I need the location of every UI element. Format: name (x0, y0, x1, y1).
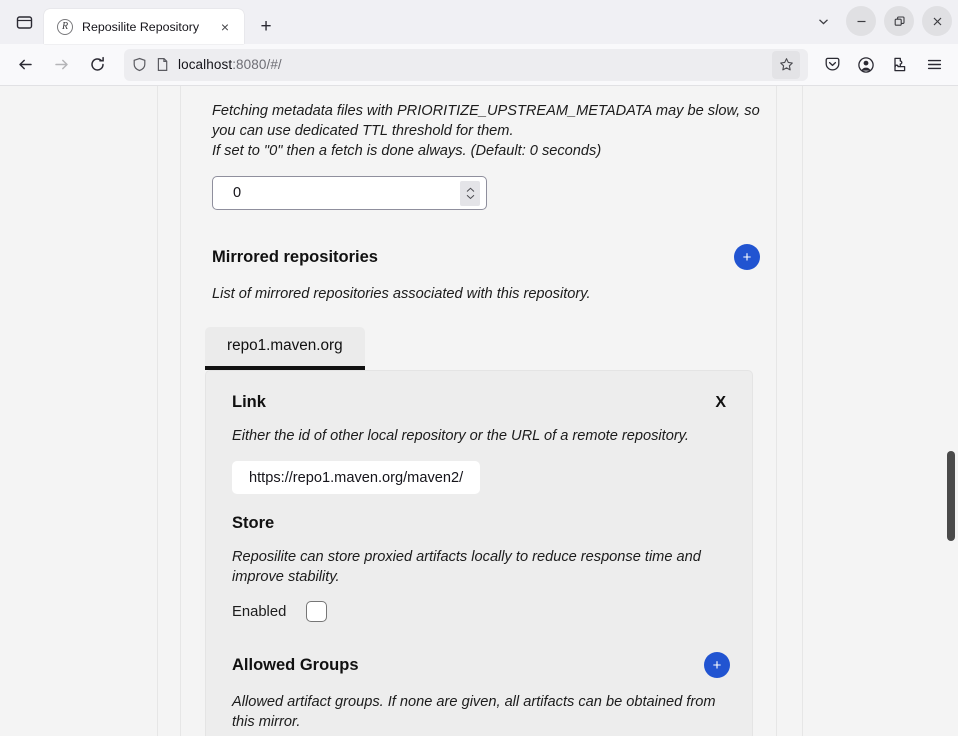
store-description-line: improve stability. (232, 569, 340, 585)
extensions-icon[interactable] (884, 49, 916, 81)
allowed-groups-description: Allowed artifact groups. If none are giv… (232, 692, 730, 732)
link-title: Link (232, 393, 266, 411)
mirrored-repositories-header: Mirrored repositories + (181, 244, 777, 270)
browser-tab[interactable]: R Reposilite Repository × (44, 9, 244, 44)
page-scrollbar-thumb[interactable] (947, 451, 955, 541)
tab-strip: R Reposilite Repository × + (44, 0, 282, 44)
allowed-groups-description-line: this mirror. (232, 714, 301, 730)
ttl-description: Fetching metadata files with PRIORITIZE_… (181, 101, 777, 161)
allowed-groups-title: Allowed Groups (232, 655, 359, 674)
ttl-description-line: you can use dedicated TTL threshold for … (212, 123, 514, 139)
store-enabled-row: Enabled (232, 601, 730, 622)
link-description: Either the id of other local repository … (232, 428, 689, 444)
add-allowed-group-button[interactable]: + (704, 652, 730, 678)
store-enabled-label: Enabled (232, 603, 287, 620)
star-icon[interactable] (772, 50, 800, 79)
add-mirrored-repository-button[interactable]: + (734, 244, 760, 270)
store-description-line: Reposilite can store proxied artifacts l… (232, 549, 701, 565)
ttl-threshold-value: 0 (233, 185, 242, 201)
store-section-header: Store (232, 514, 730, 533)
store-title: Store (232, 514, 275, 532)
remove-mirror-button[interactable]: X (711, 394, 730, 411)
ttl-description-line: Fetching metadata files with PRIORITIZE_… (212, 103, 760, 119)
link-section-header: Link X (232, 393, 730, 412)
store-description: Reposilite can store proxied artifacts l… (232, 547, 730, 587)
window-controls (808, 6, 952, 36)
ttl-threshold-input[interactable]: 0 (212, 176, 487, 210)
url-bar[interactable]: localhost:8080/#/ (124, 48, 808, 81)
page-icon (155, 57, 170, 72)
mirror-tab-strip: repo1.maven.org (205, 327, 777, 370)
allowed-groups-header: Allowed Groups + (232, 652, 730, 678)
page-scrollbar[interactable] (945, 86, 958, 736)
restore-icon[interactable] (884, 6, 914, 36)
sidebar-icon[interactable] (4, 0, 44, 44)
tab-close-icon[interactable]: × (214, 16, 236, 38)
number-stepper[interactable] (460, 181, 480, 206)
mirror-config-card: Link X Either the id of other local repo… (205, 370, 753, 736)
layout-divider (157, 86, 158, 736)
browser-window: R Reposilite Repository × + localhost:80… (0, 0, 958, 736)
reload-icon[interactable] (80, 49, 114, 81)
forward-arrow-icon (44, 49, 78, 81)
shield-icon (132, 57, 147, 72)
menu-icon[interactable] (918, 49, 950, 81)
chevron-down-icon[interactable] (808, 6, 838, 36)
url-text: localhost:8080/#/ (178, 57, 282, 72)
close-icon[interactable] (922, 6, 952, 36)
browser-navbar: localhost:8080/#/ (0, 44, 958, 86)
mirror-tab-repo1[interactable]: repo1.maven.org (205, 327, 365, 370)
tab-favicon-icon: R (57, 18, 73, 35)
allowed-groups-description-line: Allowed artifact groups. If none are giv… (232, 694, 716, 710)
settings-content: Fetching metadata files with PRIORITIZE_… (181, 86, 777, 736)
mirrored-repositories-title: Mirrored repositories (212, 247, 378, 266)
store-enabled-checkbox[interactable] (306, 601, 328, 622)
account-icon[interactable] (850, 49, 882, 81)
mirrored-repositories-description: List of mirrored repositories associated… (212, 286, 591, 302)
page-viewport: Fetching metadata files with PRIORITIZE_… (0, 86, 958, 736)
tab-title: Reposilite Repository (82, 19, 200, 34)
browser-titlebar: R Reposilite Repository × + (0, 0, 958, 44)
back-arrow-icon[interactable] (8, 49, 42, 81)
ttl-description-line: If set to "0" then a fetch is done alway… (212, 143, 602, 159)
mirror-card-body: Link X Either the id of other local repo… (206, 393, 752, 736)
link-url-input[interactable]: https://repo1.maven.org/maven2/ (232, 461, 481, 494)
pocket-icon[interactable] (816, 49, 848, 81)
new-tab-button[interactable]: + (250, 10, 282, 42)
minimize-icon[interactable] (846, 6, 876, 36)
layout-divider (802, 86, 803, 736)
